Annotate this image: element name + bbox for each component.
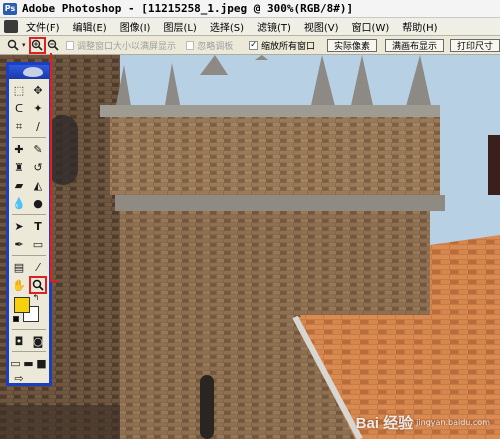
- tools-separator: [12, 137, 46, 138]
- full-screen-menu-mode-icon[interactable]: ▬: [22, 355, 35, 371]
- menu-select[interactable]: 选择(S): [210, 19, 244, 34]
- dodge-tool-icon[interactable]: ●: [30, 195, 46, 211]
- slice-tool-icon[interactable]: ∕: [30, 118, 46, 134]
- move-tool-icon[interactable]: ✥: [30, 82, 46, 98]
- document-icon[interactable]: [4, 20, 18, 33]
- menu-bar: 文件(F) 编辑(E) 图像(I) 图层(L) 选择(S) 滤镜(T) 视图(V…: [0, 18, 500, 36]
- standard-screen-mode-icon[interactable]: ▭: [9, 355, 22, 371]
- clone-stamp-tool-icon[interactable]: ♜: [11, 159, 27, 175]
- full-screen-mode-icon[interactable]: ■: [35, 355, 48, 371]
- annotation-line: [50, 53, 52, 281]
- zoom-in-icon[interactable]: [29, 36, 46, 54]
- tools-separator: [12, 329, 46, 330]
- notes-tool-icon[interactable]: ▤: [11, 259, 27, 275]
- healing-brush-tool-icon[interactable]: ✚: [11, 141, 27, 157]
- zoom-all-windows-label: 缩放所有窗口: [260, 41, 315, 52]
- watermark-text: Bai 经验: [355, 415, 414, 432]
- castle-photo: [0, 55, 500, 439]
- options-bar: ▾ 调整窗口大小以满屏显示 忽略调板 ✓ 缩放所有窗口 实际像素 满画布显示 打…: [0, 36, 500, 55]
- tools-palette-header[interactable]: [9, 65, 49, 79]
- magic-wand-tool-icon[interactable]: ✦: [30, 100, 46, 116]
- menu-filter[interactable]: 滤镜(T): [257, 19, 291, 34]
- imageready-jump-icon[interactable]: ⇨: [11, 370, 27, 386]
- fit-on-screen-button[interactable]: 满画布显示: [384, 38, 444, 52]
- ignore-palettes-label: 忽略调板: [197, 41, 234, 52]
- foreground-color-swatch[interactable]: [14, 297, 30, 313]
- shape-tool-icon[interactable]: ▭: [30, 236, 46, 252]
- menu-view[interactable]: 视图(V): [304, 19, 339, 34]
- eyedropper-tool-icon[interactable]: ⁄: [30, 259, 46, 275]
- resize-windows-label: 调整窗口大小以满屏显示: [77, 41, 177, 52]
- standard-mode-icon[interactable]: ◘: [11, 333, 27, 349]
- photoshop-app-icon: Ps: [3, 2, 17, 15]
- quick-mask-mode-icon[interactable]: ◙: [30, 333, 46, 349]
- history-brush-tool-icon[interactable]: ↺: [30, 159, 46, 175]
- annotation-line: [50, 280, 58, 282]
- zoom-all-windows-checkbox[interactable]: ✓: [249, 40, 258, 50]
- tools-separator: [12, 214, 46, 215]
- menu-image[interactable]: 图像(I): [120, 19, 151, 34]
- hand-tool-icon[interactable]: ✋: [11, 277, 27, 293]
- blur-tool-icon[interactable]: 💧: [11, 195, 27, 211]
- menu-file[interactable]: 文件(F): [26, 19, 60, 34]
- crop-tool-icon[interactable]: ⌗: [11, 118, 27, 134]
- zoom-out-icon[interactable]: [46, 38, 60, 53]
- preset-dropdown-arrow-icon[interactable]: ▾: [20, 38, 27, 53]
- print-size-button[interactable]: 打印尺寸: [450, 38, 500, 52]
- default-colors-icon[interactable]: [13, 316, 19, 322]
- resize-windows-checkbox[interactable]: [65, 40, 75, 50]
- brush-tool-icon[interactable]: ✎: [30, 141, 46, 157]
- watermark-url: jingyan.baidu.com: [416, 418, 490, 427]
- path-selection-tool-icon[interactable]: ➤: [11, 218, 27, 234]
- title-bar: Ps Adobe Photoshop - [11215258_1.jpeg @ …: [0, 0, 500, 18]
- menu-layer[interactable]: 图层(L): [163, 19, 196, 34]
- swap-colors-icon[interactable]: ↰: [31, 293, 41, 303]
- paint-bucket-tool-icon[interactable]: ◭: [30, 177, 46, 193]
- document-canvas[interactable]: [0, 55, 500, 439]
- lasso-tool-icon[interactable]: ᑕ: [11, 100, 27, 116]
- tools-palette: ⬚ ✥ ᑕ ✦ ⌗ ∕ ✚ ✎ ♜ ↺ ▰ ◭ 💧 ● ➤ T ✒ ▭ ▤ ⁄ …: [6, 62, 52, 386]
- photoshop-feather-icon: [23, 67, 43, 77]
- marquee-tool-icon[interactable]: ⬚: [11, 82, 27, 98]
- zoom-tool-preset-icon[interactable]: [6, 38, 20, 53]
- zoom-tool-icon[interactable]: [29, 276, 47, 294]
- tools-separator: [12, 351, 46, 352]
- type-tool-icon[interactable]: T: [30, 218, 46, 234]
- window-title: Adobe Photoshop - [11215258_1.jpeg @ 300…: [22, 2, 354, 15]
- ignore-palettes-checkbox[interactable]: [186, 40, 195, 50]
- tools-separator: [12, 255, 46, 256]
- baidu-watermark: Bai 经验 jingyan.baidu.com: [356, 412, 490, 433]
- actual-pixels-button[interactable]: 实际像素: [326, 38, 377, 52]
- menu-edit[interactable]: 编辑(E): [73, 19, 107, 34]
- menu-window[interactable]: 窗口(W): [352, 19, 390, 34]
- menu-help[interactable]: 帮助(H): [402, 19, 437, 34]
- eraser-tool-icon[interactable]: ▰: [11, 177, 27, 193]
- pen-tool-icon[interactable]: ✒: [11, 236, 27, 252]
